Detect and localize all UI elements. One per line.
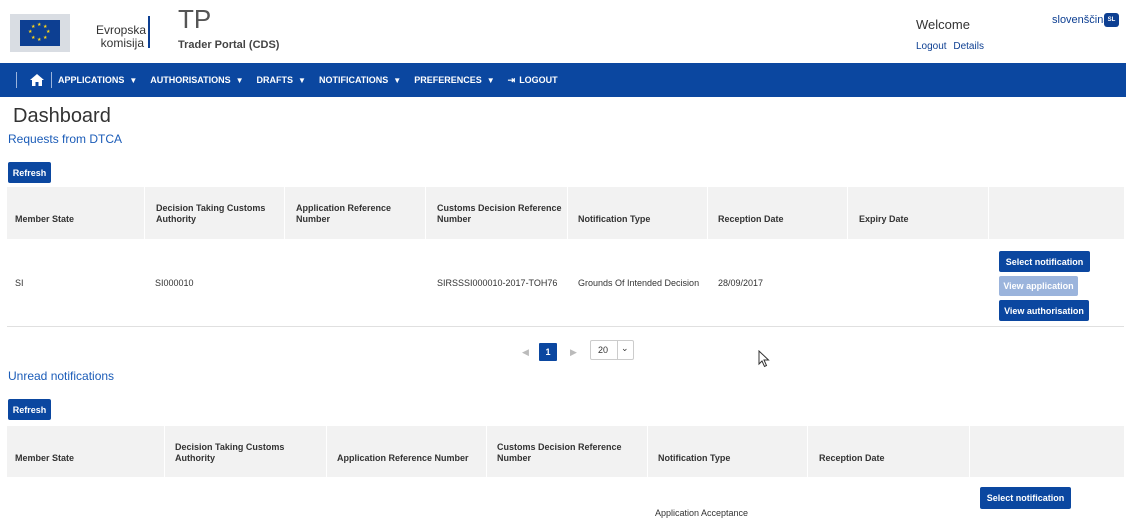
eu-flag-icon: ★ ★ ★ ★ ★ ★ ★ ★ <box>20 20 60 46</box>
header: ★ ★ ★ ★ ★ ★ ★ ★ Evropska komisija TP Trader P… <box>0 0 1126 63</box>
cell-dtca: SI000010 <box>155 278 194 288</box>
col-reception-date[interactable]: Reception Date <box>718 214 784 225</box>
logout-icon: ⇥ <box>507 74 516 85</box>
nav-preferences[interactable]: PREFERENCES ▼ <box>414 75 494 85</box>
requests-refresh-button[interactable]: Refresh <box>8 162 51 183</box>
col-cdr[interactable]: Customs Decision Reference Number <box>497 442 637 464</box>
pager-next-icon[interactable]: ▶ <box>570 347 577 358</box>
col-cdr[interactable]: Customs Decision Reference Number <box>437 203 567 225</box>
col-dtca[interactable]: Decision Taking Customs Authority <box>156 203 276 225</box>
nav-authorisations[interactable]: AUTHORISATIONS ▼ <box>150 75 243 85</box>
col-notification-type[interactable]: Notification Type <box>658 453 730 464</box>
col-dtca[interactable]: Decision Taking Customs Authority <box>175 442 305 464</box>
caret-down-icon: ▼ <box>235 76 244 85</box>
nav-drafts[interactable]: DRAFTS ▼ <box>257 75 306 85</box>
requests-section-title: Requests from DTCA <box>8 132 123 146</box>
col-notification-type[interactable]: Notification Type <box>578 214 650 225</box>
requests-table-header: Member State Decision Taking Customs Aut… <box>7 187 1124 239</box>
language-selector[interactable]: slovenščina <box>1052 14 1109 26</box>
caret-down-icon: ▼ <box>486 76 495 85</box>
unread-section-title: Unread notifications <box>8 369 115 383</box>
app-abbr: TP <box>178 4 212 34</box>
page-size-select[interactable]: 20 ⌄ <box>590 340 634 360</box>
caret-down-icon: ▼ <box>298 76 306 85</box>
select-notification-button[interactable]: Select notification <box>980 487 1071 509</box>
app-name: Trader Portal (CDS) <box>178 39 280 51</box>
col-expiry-date[interactable]: Expiry Date <box>859 214 909 225</box>
view-authorisation-button[interactable]: View authorisation <box>999 300 1089 321</box>
unread-table-header: Member State Decision Taking Customs Aut… <box>7 426 1124 477</box>
nav-divider <box>16 72 17 88</box>
caret-down-icon: ▼ <box>129 76 138 85</box>
logo-text: Evropska komisija <box>96 23 147 50</box>
cell-member-state: SI <box>15 278 24 288</box>
nav-logout[interactable]: ⇥ LOGOUT <box>508 75 558 86</box>
cell-notification-type: Grounds Of Intended Decision <box>578 278 700 288</box>
col-app-ref[interactable]: Application Reference Number <box>296 203 416 225</box>
nav-notifications[interactable]: NOTIFICATIONS ▼ <box>319 75 401 85</box>
col-member-state[interactable]: Member State <box>15 453 74 464</box>
nav-applications[interactable]: APPLICATIONS ▼ <box>58 75 137 85</box>
cell-cdr: SIRSSSI000010-2017-TOH76 <box>437 278 558 288</box>
welcome-text: Welcome <box>916 17 970 32</box>
mouse-cursor-icon <box>758 349 770 373</box>
cell-notification-type: Application Acceptance <box>655 508 749 518</box>
details-link[interactable]: Details <box>953 41 984 52</box>
page-title: Dashboard <box>13 105 111 127</box>
view-application-button[interactable]: View application <box>999 276 1078 296</box>
select-notification-button[interactable]: Select notification <box>999 251 1090 272</box>
main-nav: APPLICATIONS ▼ AUTHORISATIONS ▼ DRAFTS ▼ NO… <box>0 63 1126 97</box>
row-divider <box>7 326 1124 327</box>
chevron-down-icon: ⌄ <box>621 343 629 353</box>
logout-link[interactable]: Logout <box>916 41 947 52</box>
pager-page-1[interactable]: 1 <box>539 343 557 361</box>
logo-divider <box>148 16 150 48</box>
home-icon[interactable] <box>29 73 45 87</box>
language-badge[interactable]: SL <box>1104 13 1119 27</box>
cell-reception-date: 28/09/2017 <box>718 278 764 288</box>
nav-divider <box>51 72 52 88</box>
pager-prev-icon[interactable]: ◀ <box>522 347 529 358</box>
caret-down-icon: ▼ <box>393 76 402 85</box>
unread-refresh-button[interactable]: Refresh <box>8 399 51 420</box>
col-app-ref[interactable]: Application Reference Number <box>337 453 469 464</box>
col-member-state[interactable]: Member State <box>15 214 74 225</box>
ec-logo[interactable]: ★ ★ ★ ★ ★ ★ ★ ★ <box>10 14 70 52</box>
user-links: Logout Details <box>916 41 988 52</box>
col-reception-date[interactable]: Reception Date <box>819 453 885 464</box>
